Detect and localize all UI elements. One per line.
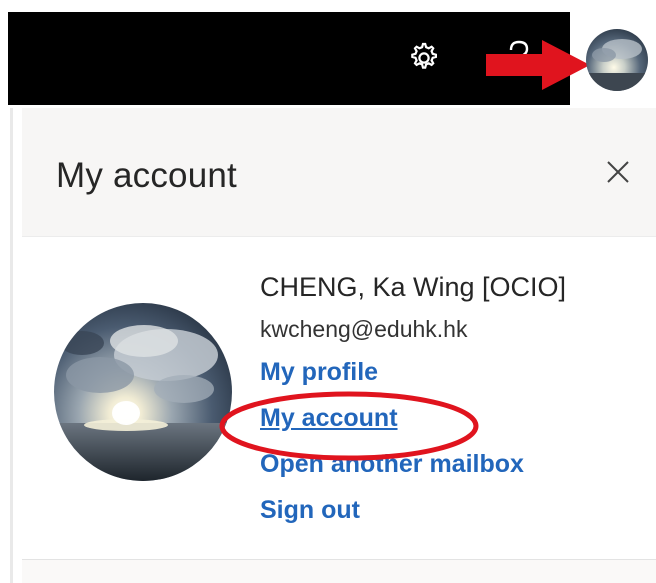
- sign-out-link[interactable]: Sign out: [260, 496, 360, 525]
- my-account-link[interactable]: My account: [260, 404, 398, 433]
- user-name: CHENG, Ka Wing [OCIO]: [260, 272, 567, 302]
- annotation-arrow: [486, 40, 590, 90]
- panel-header: My account: [22, 108, 656, 237]
- gear-icon: [411, 42, 437, 69]
- my-profile-link[interactable]: My profile: [260, 358, 378, 387]
- close-button[interactable]: [600, 154, 636, 190]
- page: My account CHENG, Ka Wing [OCIO] kwcheng…: [0, 0, 656, 583]
- left-divider: [10, 108, 13, 583]
- avatar[interactable]: [586, 29, 648, 91]
- profile-photo: [54, 303, 232, 481]
- panel-footer: [22, 560, 656, 583]
- panel-title: My account: [56, 156, 237, 195]
- account-panel: My account CHENG, Ka Wing [OCIO] kwcheng…: [22, 108, 656, 583]
- close-icon: [607, 161, 629, 183]
- settings-button[interactable]: [404, 38, 444, 78]
- user-email: kwcheng@eduhk.hk: [260, 316, 468, 342]
- open-another-mailbox-link[interactable]: Open another mailbox: [260, 450, 524, 479]
